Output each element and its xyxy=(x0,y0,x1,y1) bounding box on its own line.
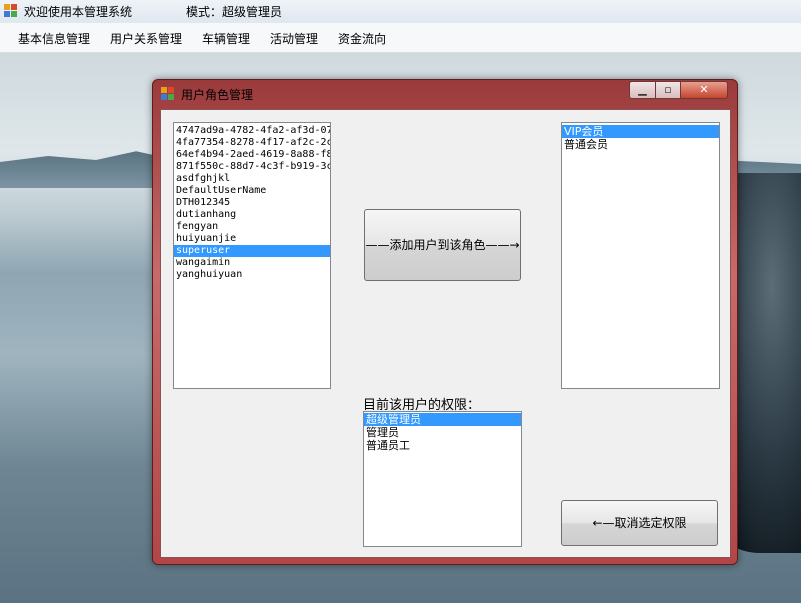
app-title: 欢迎使用本管理系统 xyxy=(24,5,133,19)
list-item[interactable]: 超级管理员 xyxy=(364,413,521,426)
permission-list[interactable]: 超级管理员 管理员 普通员工 xyxy=(363,411,522,547)
dialog-app-icon xyxy=(161,87,174,100)
user-list[interactable]: 4747ad9a-4782-4fa2-af3d-07 4fa77354-8278-… xyxy=(173,122,331,389)
mode-indicator: 模式：超级管理员 xyxy=(186,5,283,19)
role-list[interactable]: VIP会员 普通会员 xyxy=(561,122,720,389)
close-icon: ✕ xyxy=(699,83,709,96)
list-item[interactable]: 普通会员 xyxy=(562,138,719,151)
app-icon xyxy=(4,4,17,17)
cancel-button-label: ←—取消选定权限 xyxy=(592,516,687,530)
close-button[interactable]: ✕ xyxy=(680,81,728,99)
main-titlebar: 欢迎使用本管理系统 模式：超级管理员 xyxy=(0,0,801,24)
list-item[interactable]: dutianhang xyxy=(174,209,330,221)
user-role-dialog: 用户角色管理 ▁ ▫ ✕ 4747ad9a-4782-4fa2-af3d-07 4… xyxy=(152,79,738,565)
dialog-titlebar[interactable]: 用户角色管理 ▁ ▫ ✕ xyxy=(153,80,737,106)
menu-funds-flow[interactable]: 资金流向 xyxy=(338,30,386,47)
list-item[interactable]: VIP会员 xyxy=(562,125,719,138)
dialog-client-area: 4747ad9a-4782-4fa2-af3d-07 4fa77354-8278-… xyxy=(160,109,731,558)
cancel-permission-button[interactable]: ←—取消选定权限 xyxy=(561,500,718,546)
list-item[interactable]: superuser xyxy=(174,245,330,257)
add-user-to-role-button[interactable]: ——添加用户到该角色——→ xyxy=(364,209,521,281)
list-item[interactable]: asdfghjkl xyxy=(174,173,330,185)
menu-activity[interactable]: 活动管理 xyxy=(270,30,318,47)
caption-buttons: ▁ ▫ ✕ xyxy=(629,81,728,99)
maximize-button[interactable]: ▫ xyxy=(655,81,681,99)
list-item[interactable]: fengyan xyxy=(174,221,330,233)
minimize-button[interactable]: ▁ xyxy=(629,81,656,99)
menu-basic-info[interactable]: 基本信息管理 xyxy=(18,30,90,47)
list-item[interactable]: 4747ad9a-4782-4fa2-af3d-07 xyxy=(174,125,330,137)
list-item[interactable]: 64ef4b94-2aed-4619-8a88-f8 xyxy=(174,149,330,161)
list-item[interactable]: DTH012345 xyxy=(174,197,330,209)
dialog-title: 用户角色管理 xyxy=(181,88,254,102)
list-item[interactable]: yanghuiyuan xyxy=(174,269,330,281)
list-item[interactable]: wangaimin xyxy=(174,257,330,269)
list-item[interactable]: 管理员 xyxy=(364,426,521,439)
menu-vehicle[interactable]: 车辆管理 xyxy=(202,30,250,47)
list-item[interactable]: 4fa77354-8278-4f17-af2c-2c xyxy=(174,137,330,149)
add-button-label: ——添加用户到该角色——→ xyxy=(365,238,520,252)
menu-bar: 基本信息管理 用户关系管理 车辆管理 活动管理 资金流向 xyxy=(0,23,801,53)
maximize-icon: ▫ xyxy=(664,83,672,96)
list-item[interactable]: huiyuanjie xyxy=(174,233,330,245)
minimize-icon: ▁ xyxy=(638,83,647,96)
menu-user-relations[interactable]: 用户关系管理 xyxy=(110,30,182,47)
list-item[interactable]: 871f550c-88d7-4c3f-b919-3c xyxy=(174,161,330,173)
list-item[interactable]: DefaultUserName xyxy=(174,185,330,197)
list-item[interactable]: 普通员工 xyxy=(364,439,521,452)
